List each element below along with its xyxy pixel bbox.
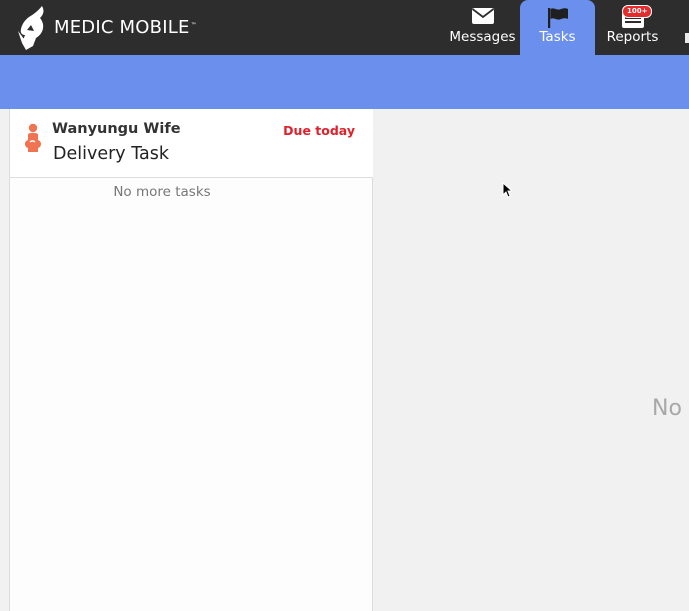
envelope-icon xyxy=(471,7,495,29)
no-more-tasks-label: No more tasks xyxy=(113,184,211,200)
tab-tasks-label: Tasks xyxy=(539,29,576,45)
brand-logo[interactable]: MEDIC MOBILE™ xyxy=(16,0,197,55)
bird-logo-icon xyxy=(18,5,44,50)
task-contact-name: Wanyungu Wife xyxy=(52,121,181,137)
task-list-panel: Wanyungu Wife Due today Delivery Task No… xyxy=(9,109,373,611)
reports-count-badge: 100+ xyxy=(622,5,653,18)
tab-messages[interactable]: Messages xyxy=(445,0,520,55)
tab-reports[interactable]: 100+ Reports xyxy=(595,0,670,55)
sub-header-bar xyxy=(0,55,689,109)
task-title: Delivery Task xyxy=(53,144,169,164)
tab-tasks[interactable]: Tasks xyxy=(520,0,595,55)
more-tabs-edge[interactable] xyxy=(685,33,689,43)
tab-reports-label: Reports xyxy=(606,29,659,45)
empty-selection-label: No xyxy=(652,396,682,421)
mouse-cursor-icon xyxy=(502,181,514,202)
task-detail-panel: No xyxy=(373,109,689,611)
task-list-item[interactable]: Wanyungu Wife Due today Delivery Task xyxy=(10,109,373,178)
task-due-label: Due today xyxy=(283,123,355,138)
brand-name: MEDIC MOBILE™ xyxy=(54,17,197,38)
top-header: MEDIC MOBILE™ Messages Tasks 100+ Report… xyxy=(0,0,689,55)
app-window: MEDIC MOBILE™ Messages Tasks 100+ Report… xyxy=(0,0,689,611)
tab-messages-label: Messages xyxy=(449,29,516,45)
pregnant-woman-icon xyxy=(24,123,42,157)
main-nav: Messages Tasks 100+ Reports xyxy=(445,0,670,55)
